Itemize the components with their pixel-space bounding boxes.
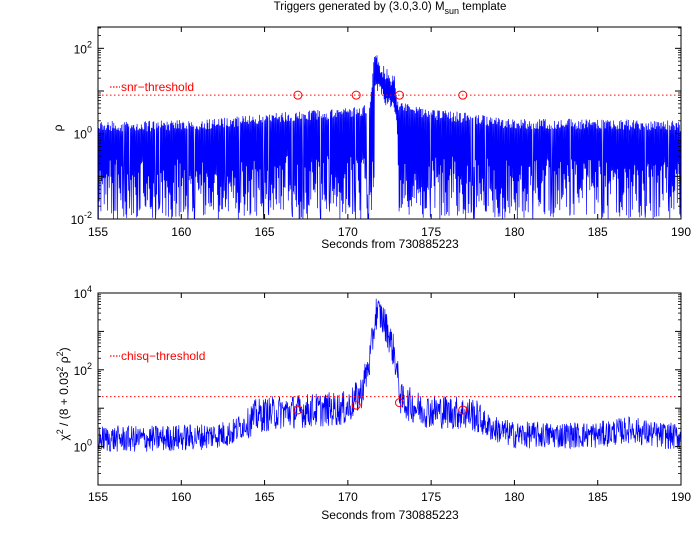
x-tick-label: 190: [671, 225, 691, 239]
chisq-x-axis-label: Seconds from 730885223: [321, 508, 459, 522]
chisq-y-axis-label: χ2 / (8 + 0.032 ρ2): [55, 347, 71, 440]
x-tick-label: 160: [171, 490, 191, 504]
x-tick-label: 155: [88, 490, 108, 504]
snr-x-axis-label: Seconds from 730885223: [321, 237, 459, 251]
snr-y-axis-label: ρ: [51, 124, 65, 131]
x-tick-label: 155: [88, 225, 108, 239]
x-tick-label: 190: [671, 490, 691, 504]
x-tick-label: 170: [338, 490, 358, 504]
x-tick-label: 175: [421, 490, 441, 504]
chisq-legend: chisq−threshold: [110, 349, 205, 363]
chisq-legend-label: chisq−threshold: [121, 349, 205, 363]
figure: Triggers generated by (3.0,3.0) Msun tem…: [0, 0, 692, 548]
x-tick-label: 180: [504, 490, 524, 504]
x-tick-label: 160: [171, 225, 191, 239]
x-tick-label: 165: [255, 490, 275, 504]
snr-legend: snr−threshold: [110, 80, 194, 94]
x-tick-label: 185: [588, 490, 608, 504]
snr-legend-label: snr−threshold: [121, 80, 194, 94]
x-tick-label: 185: [588, 225, 608, 239]
x-tick-label: 165: [255, 225, 275, 239]
x-tick-label: 180: [504, 225, 524, 239]
